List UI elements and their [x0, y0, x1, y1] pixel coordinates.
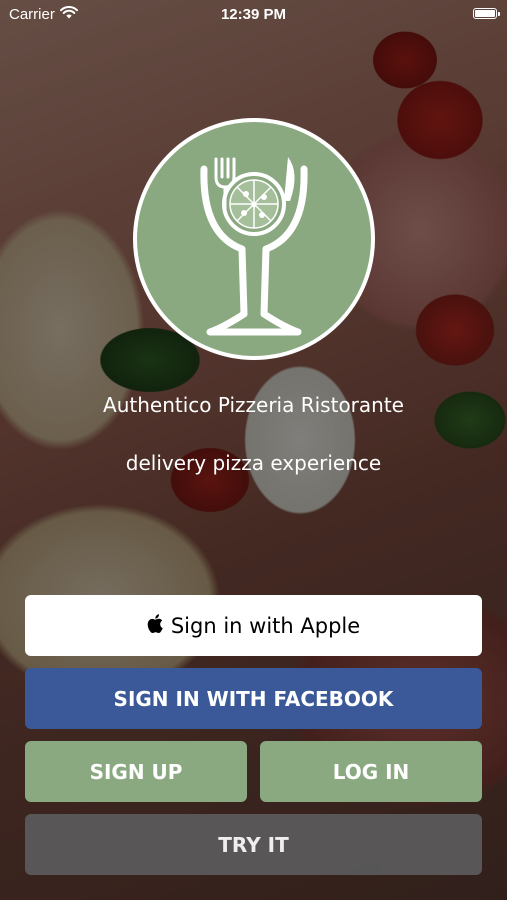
battery-icon: [473, 8, 500, 19]
apple-icon: [147, 613, 163, 638]
restaurant-name: Authentico Pizzeria Ristorante: [103, 393, 404, 417]
sign-up-label: SIGN UP: [89, 759, 183, 784]
sign-in-with-facebook-button[interactable]: SIGN IN WITH FACEBOOK: [25, 668, 482, 729]
restaurant-logo: [133, 118, 375, 360]
apple-button-label: Sign in with Apple: [170, 613, 361, 638]
status-time: 12:39 PM: [220, 6, 287, 23]
status-bar: Carrier 12:39 PM: [0, 0, 507, 30]
try-it-label: TRY IT: [218, 832, 289, 857]
wine-glass-pizza-fork-logo: [200, 157, 308, 336]
restaurant-tagline: delivery pizza experience: [125, 451, 382, 475]
sign-up-button[interactable]: SIGN UP: [25, 741, 247, 802]
log-in-label: LOG IN: [332, 759, 410, 784]
log-in-button[interactable]: LOG IN: [260, 741, 482, 802]
try-it-button[interactable]: TRY IT: [25, 814, 482, 875]
facebook-button-label: SIGN IN WITH FACEBOOK: [113, 686, 394, 711]
sign-in-with-apple-button[interactable]: Sign in with Apple: [25, 595, 482, 656]
